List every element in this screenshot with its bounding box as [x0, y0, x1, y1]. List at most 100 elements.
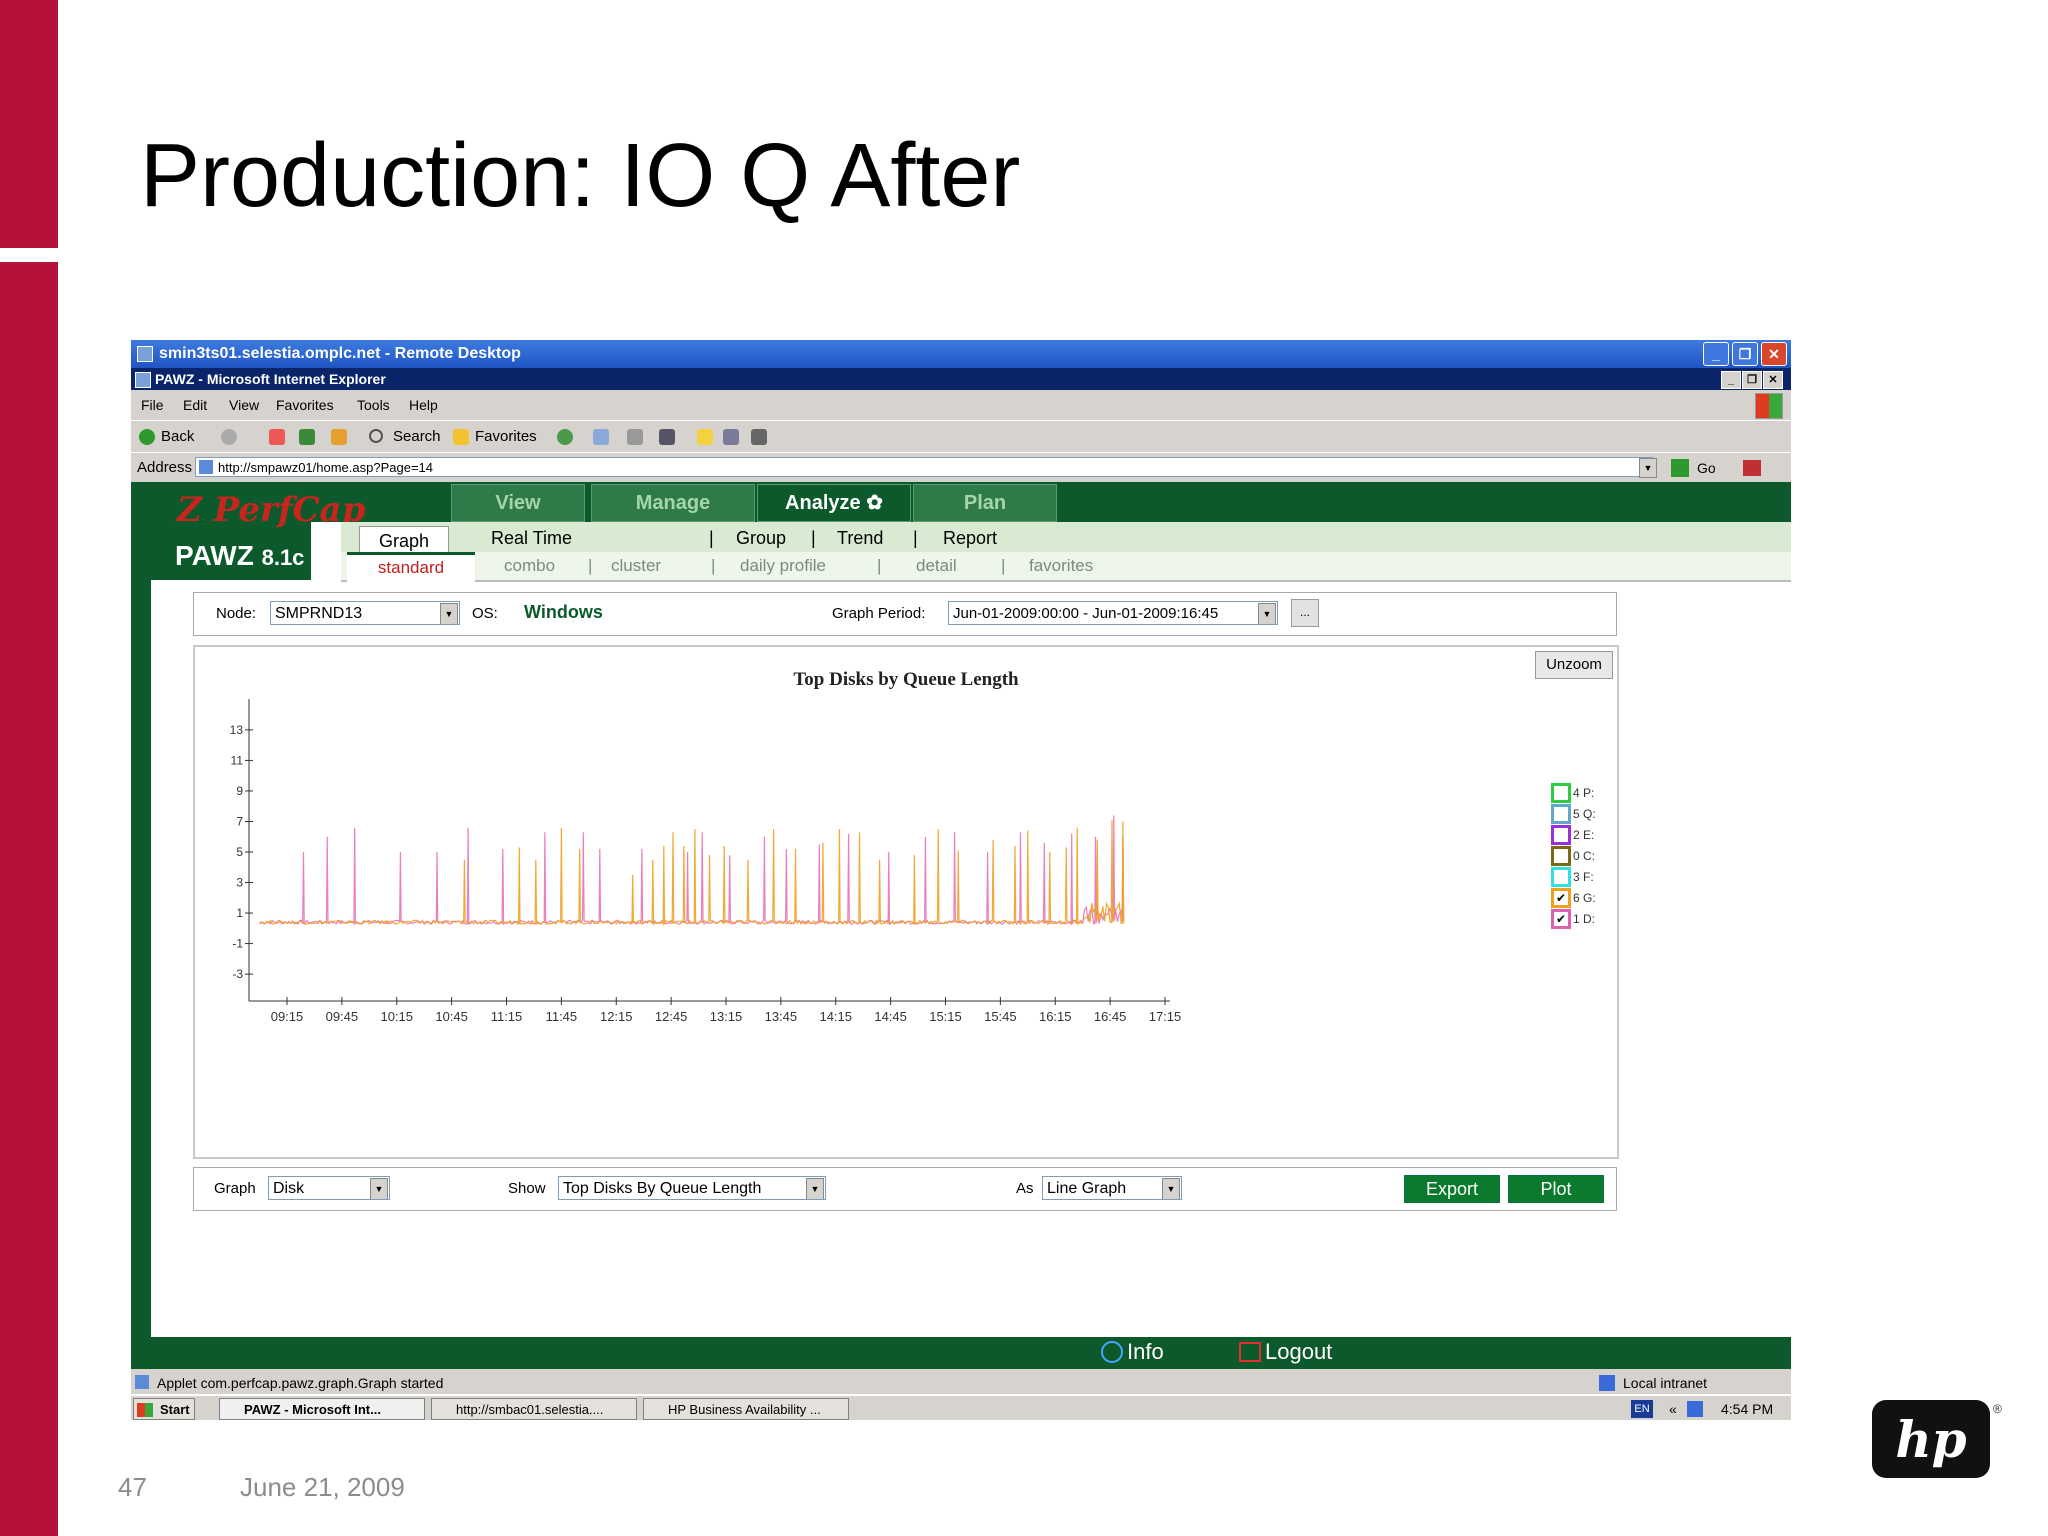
graph-type-dropdown-arrow[interactable]: ▼: [370, 1178, 388, 1199]
y-tick-label: 3: [236, 876, 243, 890]
menu-edit[interactable]: Edit: [183, 390, 207, 420]
legend-label: 5 Q:: [1573, 807, 1596, 821]
windows-taskbar: Start PAWZ - Microsoft Int... http://smb…: [131, 1394, 1791, 1420]
status-page-icon: [135, 1375, 149, 1389]
subnav-group[interactable]: Group: [736, 528, 786, 549]
node-dropdown-arrow[interactable]: ▼: [440, 603, 458, 624]
address-dropdown-arrow[interactable]: ▼: [1639, 458, 1657, 478]
forward-arrow-icon[interactable]: [221, 429, 237, 445]
checked-checkbox-icon[interactable]: ✔: [1551, 888, 1571, 908]
ie-icon: [135, 372, 151, 388]
favorites-button-label[interactable]: Favorites: [475, 421, 537, 453]
acrobat-icon[interactable]: [1743, 460, 1761, 476]
stop-icon[interactable]: [269, 429, 285, 445]
slide-accent-bar-top: [0, 0, 58, 248]
checkbox-icon[interactable]: [1551, 867, 1571, 887]
graph-type-label: Graph: [214, 1180, 256, 1197]
subnav-cluster[interactable]: cluster: [611, 556, 661, 576]
tray-chevron[interactable]: «: [1669, 1396, 1677, 1420]
checkbox-icon[interactable]: [1551, 804, 1571, 824]
refresh-icon[interactable]: [299, 429, 315, 445]
word-edit-icon[interactable]: [659, 429, 675, 445]
ie-close-button[interactable]: ✕: [1763, 371, 1783, 389]
as-dropdown-arrow[interactable]: ▼: [1162, 1178, 1180, 1199]
mail-icon[interactable]: [593, 429, 609, 445]
menu-help[interactable]: Help: [409, 390, 438, 420]
show-select[interactable]: Top Disks By Queue Length ▼: [558, 1176, 826, 1200]
tray-security-icon[interactable]: [1687, 1401, 1703, 1417]
checkbox-icon[interactable]: [1551, 783, 1571, 803]
search-icon[interactable]: [369, 429, 383, 443]
history-icon[interactable]: [557, 429, 573, 445]
node-selection-row: Node: SMPRND13 ▼ OS: Windows Graph Period…: [193, 592, 1617, 636]
tab-view[interactable]: View: [451, 484, 585, 522]
graph-type-select[interactable]: Disk ▼: [268, 1176, 390, 1200]
subnav-trend[interactable]: Trend: [837, 528, 883, 549]
search-button-label[interactable]: Search: [393, 421, 441, 453]
x-tick-label: 15:45: [984, 1009, 1017, 1024]
address-label: Address: [137, 459, 193, 476]
taskbar-item-hp-bac[interactable]: HP Business Availability ...: [643, 1398, 849, 1420]
taskbar-item-smbac[interactable]: http://smbac01.selestia....: [431, 1398, 637, 1420]
subnav-daily-profile[interactable]: daily profile: [740, 556, 826, 576]
export-button[interactable]: Export: [1404, 1175, 1500, 1203]
logout-link[interactable]: Logout: [1265, 1339, 1332, 1365]
info-icon[interactable]: [1101, 1341, 1123, 1363]
show-dropdown-arrow[interactable]: ▼: [806, 1178, 824, 1199]
subnav-favorites[interactable]: favorites: [1029, 556, 1093, 576]
graph-panel: Unzoom Top Disks by Queue Length 13 11 9 7 5…: [193, 645, 1619, 1159]
go-arrow-icon[interactable]: [1671, 459, 1689, 477]
language-indicator[interactable]: EN: [1631, 1400, 1653, 1418]
ie-title: PAWZ - Microsoft Internet Explorer: [155, 371, 386, 387]
print-icon[interactable]: [627, 429, 643, 445]
y-tick-label: 1: [236, 906, 243, 920]
x-tick-label: 11:15: [491, 1009, 523, 1024]
subnav-sep-7: |: [1001, 556, 1006, 575]
rdp-close-button[interactable]: ✕: [1761, 342, 1787, 366]
subnav-standard[interactable]: standard: [347, 552, 475, 585]
rdp-restore-button[interactable]: ❐: [1732, 342, 1758, 366]
tab-plan[interactable]: Plan: [913, 484, 1057, 522]
note-icon[interactable]: [697, 429, 713, 445]
x-tick-label: 12:15: [600, 1009, 633, 1024]
os-label: OS:: [472, 605, 498, 622]
as-label: As: [1016, 1180, 1034, 1197]
legend-label: 1 D:: [1573, 912, 1596, 926]
home-icon[interactable]: [331, 429, 347, 445]
taskbar-item-pawz[interactable]: PAWZ - Microsoft Int...: [219, 1398, 425, 1420]
plot-button[interactable]: Plot: [1508, 1175, 1604, 1203]
subnav-report[interactable]: Report: [943, 528, 997, 549]
menu-favorites[interactable]: Favorites: [276, 390, 334, 420]
menu-file[interactable]: File: [141, 390, 164, 420]
info-link[interactable]: Info: [1127, 1339, 1164, 1365]
node-select[interactable]: SMPRND13 ▼: [270, 601, 460, 625]
x-tick-label: 11:45: [546, 1009, 578, 1024]
menu-tools[interactable]: Tools: [357, 390, 390, 420]
start-flag-icon: [137, 1403, 153, 1417]
back-button-label[interactable]: Back: [161, 421, 194, 453]
subnav-real-time[interactable]: Real Time: [491, 528, 572, 549]
tab-manage[interactable]: Manage: [591, 484, 755, 522]
favorites-star-icon[interactable]: [453, 429, 469, 445]
subnav-detail[interactable]: detail: [916, 556, 957, 576]
subnav-combo[interactable]: combo: [504, 556, 555, 576]
address-input[interactable]: http://smpawz01/home.asp?Page=14: [195, 457, 1653, 477]
back-arrow-icon[interactable]: [139, 429, 155, 445]
as-select[interactable]: Line Graph ▼: [1042, 1176, 1182, 1200]
graph-period-more-button[interactable]: ...: [1291, 599, 1319, 627]
rdp-minimize-button[interactable]: _: [1703, 342, 1729, 366]
ie-minimize-button[interactable]: _: [1721, 371, 1741, 389]
go-button-label[interactable]: Go: [1697, 453, 1716, 483]
windows-flag-icon: [1755, 393, 1783, 419]
grid-icon[interactable]: [751, 429, 767, 445]
logout-icon[interactable]: [1239, 1342, 1261, 1362]
checkbox-icon[interactable]: [1551, 825, 1571, 845]
checkbox-icon[interactable]: [1551, 846, 1571, 866]
checked-checkbox-icon[interactable]: ✔: [1551, 909, 1571, 929]
menu-view[interactable]: View: [229, 390, 259, 420]
ie-restore-button[interactable]: ❐: [1742, 371, 1762, 389]
tab-analyze[interactable]: Analyze ✿: [757, 484, 911, 522]
period-dropdown-arrow[interactable]: ▼: [1258, 603, 1276, 624]
research-icon[interactable]: [723, 429, 739, 445]
graph-period-select[interactable]: Jun-01-2009:00:00 - Jun-01-2009:16:45 ▼: [948, 601, 1278, 625]
